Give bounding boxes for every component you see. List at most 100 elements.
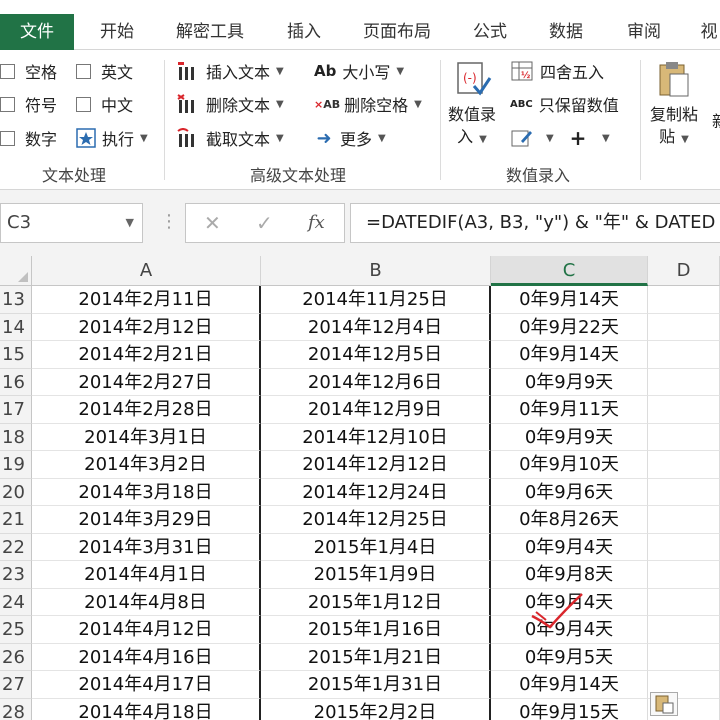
row-header[interactable]: 28 (0, 698, 32, 720)
row-header[interactable]: 18 (0, 423, 32, 451)
cell-b[interactable]: 2015年1月4日 (261, 533, 491, 561)
cell-c[interactable]: 0年9月10天 (491, 451, 648, 479)
tab-home[interactable]: 开始 (92, 14, 142, 50)
cell-d[interactable] (648, 451, 720, 479)
cell-a[interactable]: 2014年2月21日 (32, 341, 261, 369)
cell-b[interactable]: 2014年12月24日 (261, 478, 491, 506)
cell-d[interactable] (648, 616, 720, 644)
cell-c[interactable]: 0年9月9天 (491, 368, 648, 396)
cell-b[interactable]: 2014年12月4日 (261, 313, 491, 341)
column-header-c[interactable]: C (491, 256, 648, 286)
more-vertical-icon[interactable]: ⋮ (160, 203, 178, 243)
next-button-partial[interactable]: 新 (712, 108, 720, 132)
checkbox-symbol[interactable]: 符号 (0, 91, 57, 117)
cell-b[interactable]: 2015年1月16日 (261, 616, 491, 644)
row-header[interactable]: 14 (0, 313, 32, 341)
row-header[interactable]: 19 (0, 451, 32, 479)
cell-a[interactable]: 2014年3月29日 (32, 506, 261, 534)
cell-c[interactable]: 0年9月11天 (491, 396, 648, 424)
cell-c[interactable]: 0年8月26天 (491, 506, 648, 534)
cell-d[interactable] (648, 506, 720, 534)
cell-b[interactable]: 2014年12月25日 (261, 506, 491, 534)
cell-b[interactable]: 2015年1月31日 (261, 671, 491, 699)
cell-b[interactable]: 2015年1月21日 (261, 643, 491, 671)
row-header[interactable]: 15 (0, 341, 32, 369)
cell-d[interactable] (648, 533, 720, 561)
extract-text-button[interactable]: 截取文本 ▼ (176, 125, 284, 151)
checkbox-space[interactable]: 空格 (0, 58, 57, 84)
row-header[interactable]: 17 (0, 396, 32, 424)
cell-a[interactable]: 2014年4月17日 (32, 671, 261, 699)
delete-spaces-button[interactable]: × AB 删除空格 ▼ (314, 91, 422, 117)
case-button[interactable]: Ab 大小写 ▼ (314, 58, 404, 84)
row-header[interactable]: 24 (0, 588, 32, 616)
name-box[interactable]: C3 ▼ (0, 203, 143, 243)
row-header[interactable]: 21 (0, 506, 32, 534)
cell-a[interactable]: 2014年2月12日 (32, 313, 261, 341)
checkbox-english[interactable]: 英文 (76, 58, 133, 84)
tab-view[interactable]: 视 (698, 14, 720, 50)
row-header[interactable]: 26 (0, 643, 32, 671)
data-entry-button[interactable]: (-) 数值录 入 ▼ (448, 60, 496, 151)
cell-c[interactable]: 0年9月22天 (491, 313, 648, 341)
edit-button[interactable]: ▼ (510, 125, 554, 151)
cell-a[interactable]: 2014年3月31日 (32, 533, 261, 561)
cell-a[interactable]: 2014年2月27日 (32, 368, 261, 396)
cell-a[interactable]: 2014年4月8日 (32, 588, 261, 616)
select-all-corner[interactable] (0, 256, 32, 286)
cell-a[interactable]: 2014年3月18日 (32, 478, 261, 506)
cell-b[interactable]: 2014年12月10日 (261, 423, 491, 451)
row-header[interactable]: 27 (0, 671, 32, 699)
row-header[interactable]: 22 (0, 533, 32, 561)
row-header[interactable]: 20 (0, 478, 32, 506)
more-button[interactable]: ➜ 更多 ▼ (314, 125, 385, 151)
column-header-b[interactable]: B (261, 256, 491, 286)
column-header-d[interactable]: D (648, 256, 720, 286)
cell-b[interactable]: 2015年1月9日 (261, 561, 491, 589)
cell-b[interactable]: 2014年11月25日 (261, 286, 491, 314)
cell-b[interactable]: 2014年12月6日 (261, 368, 491, 396)
execute-button[interactable]: 执行 ▼ (76, 125, 148, 151)
row-header[interactable]: 25 (0, 616, 32, 644)
cell-d[interactable] (648, 313, 720, 341)
cell-d[interactable] (648, 368, 720, 396)
cell-d[interactable] (648, 396, 720, 424)
cell-a[interactable]: 2014年3月1日 (32, 423, 261, 451)
cancel-icon[interactable]: ✕ (204, 204, 221, 242)
keep-values-button[interactable]: ABC 只保留数值 (510, 91, 619, 117)
cell-d[interactable] (648, 423, 720, 451)
formula-input[interactable]: =DATEDIF(A3, B3, "y") & "年" & DATED (350, 203, 720, 243)
copy-paste-button[interactable]: 复制粘 贴 ▼ (650, 60, 698, 151)
add-button[interactable]: + ▼ (566, 125, 610, 151)
cell-a[interactable]: 2014年4月12日 (32, 616, 261, 644)
row-header[interactable]: 13 (0, 286, 32, 314)
cell-a[interactable]: 2014年4月16日 (32, 643, 261, 671)
cell-b[interactable]: 2015年1月12日 (261, 588, 491, 616)
insert-function-icon[interactable]: fx (308, 204, 325, 242)
cell-a[interactable]: 2014年3月2日 (32, 451, 261, 479)
cell-c[interactable]: 0年9月9天 (491, 423, 648, 451)
cell-b[interactable]: 2014年12月5日 (261, 341, 491, 369)
tab-decrypt-tools[interactable]: 解密工具 (170, 14, 250, 50)
cell-c[interactable]: 0年9月14天 (491, 671, 648, 699)
cell-d[interactable] (648, 643, 720, 671)
cell-a[interactable]: 2014年2月11日 (32, 286, 261, 314)
cell-c[interactable]: 0年9月6天 (491, 478, 648, 506)
cell-c[interactable]: 0年9月4天 (491, 533, 648, 561)
row-header[interactable]: 23 (0, 561, 32, 589)
tab-formulas[interactable]: 公式 (466, 14, 514, 50)
confirm-icon[interactable]: ✓ (256, 204, 273, 242)
paste-options-icon[interactable] (650, 692, 678, 716)
round-button[interactable]: ½ 四舍五入 (510, 58, 604, 84)
chevron-down-icon[interactable]: ▼ (126, 204, 134, 242)
cell-b[interactable]: 2014年12月9日 (261, 396, 491, 424)
tab-file[interactable]: 文件 (0, 14, 74, 50)
row-header[interactable]: 16 (0, 368, 32, 396)
cell-b[interactable]: 2014年12月12日 (261, 451, 491, 479)
cell-d[interactable] (648, 341, 720, 369)
cell-a[interactable]: 2014年4月1日 (32, 561, 261, 589)
checkbox-number[interactable]: 数字 (0, 125, 57, 151)
cell-c[interactable]: 0年9月14天 (491, 286, 648, 314)
tab-page-layout[interactable]: 页面布局 (358, 14, 436, 50)
cell-b[interactable]: 2015年2月2日 (261, 698, 491, 720)
